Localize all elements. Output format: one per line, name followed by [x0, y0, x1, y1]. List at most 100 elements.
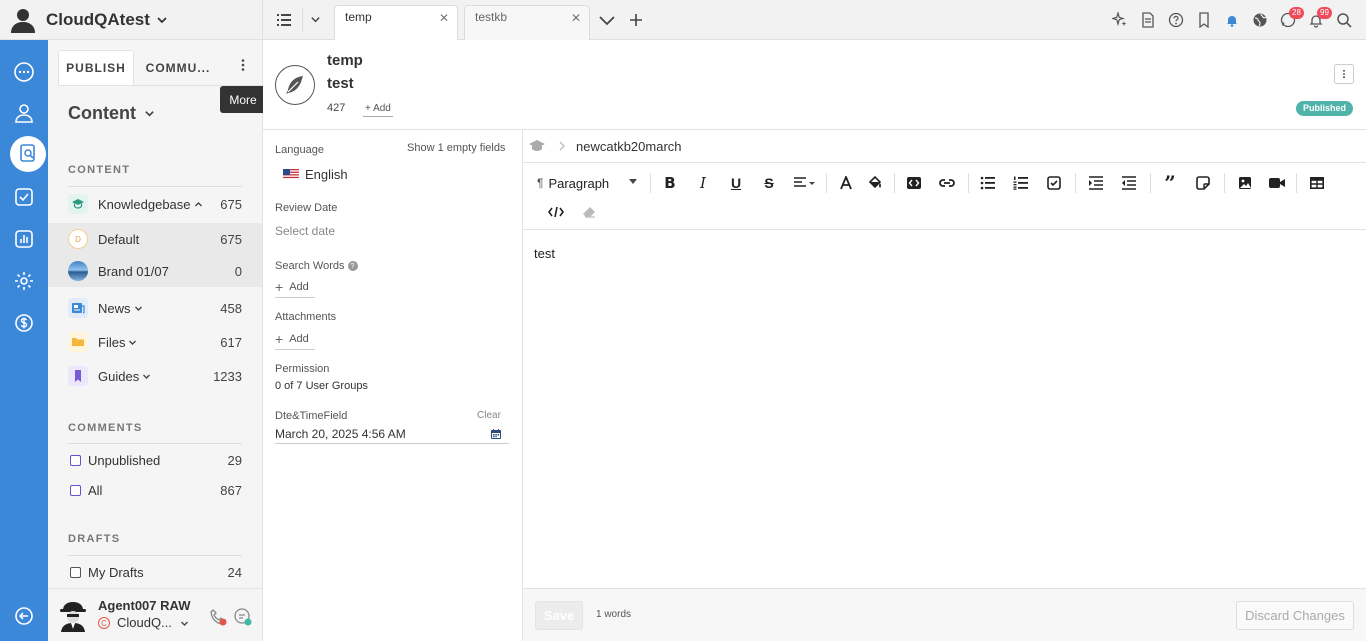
bold-icon[interactable]: B — [660, 173, 680, 193]
source-code-icon[interactable] — [546, 202, 566, 222]
divider — [968, 173, 969, 193]
tab-publish-label: PUBLISH — [66, 61, 126, 75]
chevron-up-icon — [194, 200, 203, 209]
phone-status-icon[interactable] — [208, 607, 228, 627]
nav-item-guides[interactable]: Guides 1233 — [48, 360, 262, 392]
add-tag-button[interactable]: + Add — [363, 103, 393, 117]
link-icon[interactable] — [937, 173, 957, 193]
user-footer[interactable]: Agent007 RAW C CloudQ... — [48, 588, 262, 641]
nav-item-default[interactable]: D Default 675 — [48, 223, 262, 255]
quote-icon[interactable]: ” — [1160, 171, 1180, 195]
outdent-icon[interactable] — [1119, 173, 1139, 193]
align-icon[interactable] — [792, 173, 818, 193]
nav-item-label: News — [98, 300, 131, 316]
underline-icon[interactable]: U — [726, 173, 746, 193]
indent-icon[interactable] — [1086, 173, 1106, 193]
bullet-list-icon[interactable] — [978, 173, 998, 193]
help-icon[interactable] — [1168, 12, 1184, 28]
calendar-icon[interactable] — [490, 428, 502, 440]
nav-item-news[interactable]: News 458 — [48, 292, 262, 324]
bookmark-icon[interactable] — [1196, 12, 1212, 28]
bell-icon[interactable]: 99 — [1308, 7, 1332, 28]
close-icon[interactable]: ✕ — [571, 11, 581, 25]
close-icon[interactable]: ✕ — [439, 11, 449, 25]
content-dropdown[interactable]: Content — [68, 103, 155, 124]
chevron-right-icon — [559, 141, 566, 151]
doc-subtitle[interactable]: test — [327, 75, 354, 92]
code-block-icon[interactable] — [904, 173, 924, 193]
numbered-list-icon[interactable] — [1011, 173, 1031, 193]
list-icon[interactable] — [276, 12, 292, 28]
breadcrumb-category[interactable]: newcatkb20march — [576, 139, 682, 154]
block-style-select[interactable]: ¶ Paragraph — [537, 173, 641, 193]
tab-community[interactable]: COMMU... — [140, 50, 216, 85]
nav-item-brand[interactable]: Brand 01/07 0 — [48, 255, 262, 287]
nav-item-my-drafts[interactable]: My Drafts 24 — [48, 556, 262, 588]
default-badge: D — [68, 229, 88, 249]
nav-item-files[interactable]: Files 617 — [48, 326, 262, 358]
tab-testkb[interactable]: testkb ✕ — [464, 5, 590, 40]
more-tooltip: More — [220, 86, 266, 113]
eraser-icon[interactable] — [579, 202, 599, 222]
gear-icon[interactable] — [12, 269, 36, 293]
search-icon[interactable] — [1336, 12, 1352, 28]
italic-icon[interactable]: I — [693, 173, 713, 193]
more-vertical-icon[interactable] — [236, 58, 250, 72]
tab-publish[interactable]: PUBLISH — [58, 50, 134, 85]
nav-item-count: 867 — [220, 482, 242, 498]
chevron-down-icon[interactable] — [598, 12, 616, 28]
checklist-icon[interactable] — [1044, 173, 1064, 193]
checkbox[interactable] — [70, 567, 81, 578]
task-check-icon[interactable] — [12, 185, 36, 209]
review-date-input[interactable]: Select date — [275, 224, 335, 238]
strikethrough-icon[interactable]: S — [759, 173, 779, 193]
bell-filled-icon[interactable] — [1224, 12, 1240, 28]
tooltip-text: More — [229, 92, 257, 107]
show-empty-fields-link[interactable]: Show 1 empty fields — [407, 142, 505, 154]
text-color-icon[interactable] — [836, 173, 856, 193]
more-vertical-icon[interactable] — [1334, 64, 1354, 84]
breadcrumb: newcatkb20march — [523, 130, 1366, 163]
save-button[interactable]: Save — [535, 601, 583, 630]
chat-icon[interactable]: 28 — [1280, 7, 1304, 28]
image-icon[interactable] — [1235, 173, 1255, 193]
tab-temp[interactable]: temp ✕ — [334, 5, 458, 40]
chevron-down-icon[interactable] — [310, 14, 321, 25]
add-search-word-button[interactable]: + Add — [275, 277, 315, 298]
plus-icon[interactable] — [628, 12, 644, 28]
clear-datetime-button[interactable]: Clear — [477, 410, 501, 421]
fill-color-icon[interactable] — [865, 173, 885, 193]
user-icon[interactable] — [12, 101, 36, 125]
app-rail — [0, 40, 48, 641]
checkbox[interactable] — [70, 485, 81, 496]
permission-value[interactable]: 0 of 7 User Groups — [275, 380, 368, 392]
analytics-icon[interactable] — [12, 227, 36, 251]
video-icon[interactable] — [1267, 173, 1287, 193]
document-icon[interactable] — [1140, 12, 1156, 28]
globe-icon[interactable] — [1252, 12, 1268, 28]
chat-status-icon[interactable] — [233, 607, 253, 627]
note-icon[interactable] — [1193, 173, 1213, 193]
collapse-icon[interactable] — [12, 604, 36, 628]
nav-item-knowledgebase[interactable]: Knowledgebase 675 — [48, 188, 262, 220]
editor-body[interactable]: test — [534, 246, 555, 261]
brand-switcher[interactable]: CloudQAtest — [0, 0, 263, 40]
nav-item-all[interactable]: All 867 — [48, 474, 262, 506]
datetime-label: Dte&TimeField — [275, 410, 348, 422]
knowledge-search-icon[interactable] — [18, 143, 38, 163]
sparkle-icon[interactable] — [1112, 12, 1128, 28]
discard-changes-button[interactable]: Discard Changes — [1236, 601, 1354, 630]
top-bar: CloudQAtest temp ✕ testkb ✕ 28 99 — [0, 0, 1366, 40]
datetime-input[interactable]: March 20, 2025 4:56 AM — [275, 425, 509, 444]
table-icon[interactable] — [1307, 173, 1327, 193]
caret-down-icon — [629, 179, 637, 185]
dollar-icon[interactable] — [12, 311, 36, 335]
language-select[interactable]: English — [283, 167, 348, 182]
checkbox[interactable] — [70, 455, 81, 466]
properties-panel: Language Show 1 empty fields English Rev… — [263, 130, 523, 641]
nav-item-unpublished[interactable]: Unpublished 29 — [48, 444, 262, 476]
chat-bubble-icon[interactable] — [12, 60, 36, 84]
chevron-down-icon — [134, 304, 143, 313]
doc-title[interactable]: temp — [327, 52, 363, 69]
add-attachment-button[interactable]: + Add — [275, 329, 315, 350]
